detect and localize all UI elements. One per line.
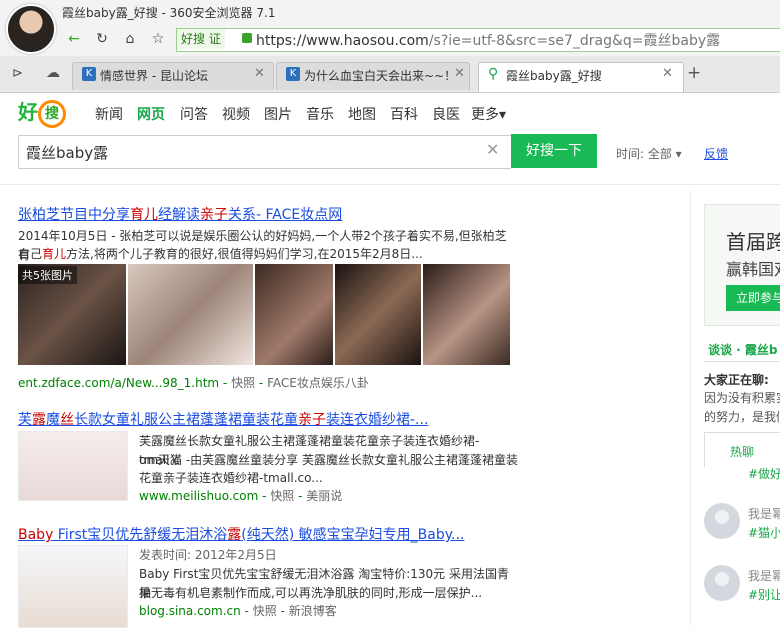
result-title[interactable]: Baby First宝贝优先舒缓无泪沐浴露(纯天然) 敏感宝宝孕妇专用_Baby…	[18, 524, 464, 544]
talk-line: 的努力，是我们	[704, 410, 780, 424]
tab-baike[interactable]: 百科	[390, 104, 418, 124]
result-url-line: blog.sina.com.cn - 快照 - 新浪博客	[139, 604, 337, 618]
highlight: 丝	[60, 412, 74, 428]
result-url: blog.sina.com.cn	[139, 604, 241, 618]
avatar[interactable]	[704, 565, 740, 601]
cloud-icon[interactable]: ☁	[46, 65, 60, 81]
haosou-logo[interactable]: 好搜	[18, 96, 66, 128]
tab-news[interactable]: 新闻	[95, 104, 123, 124]
search-button[interactable]: 好搜一下	[511, 134, 597, 168]
tab-qa[interactable]: 问答	[180, 104, 208, 124]
highlight: 亲子	[298, 412, 326, 428]
topic-tag[interactable]: #别让	[748, 586, 780, 603]
snapshot-link[interactable]: 快照	[231, 376, 255, 390]
search-icon: ⚲	[488, 66, 499, 82]
result-image[interactable]	[255, 264, 333, 365]
highlight: Baby	[18, 527, 54, 543]
window-title: 霞丝baby露_好搜 - 360安全浏览器 7.1	[62, 6, 276, 20]
time-filter-dropdown[interactable]: 时间: 全部 ▾	[616, 145, 682, 162]
chat-user: 我是幂	[748, 507, 780, 521]
ad-title: 首届跨	[726, 230, 780, 254]
snapshot-link[interactable]: 快照	[253, 604, 277, 618]
talk-line: 因为没有积累实	[704, 391, 780, 405]
snapshot-link[interactable]: 快照	[270, 489, 294, 503]
url-path: /s?ie=utf-8&src=se7_drag&q=霞丝baby露	[428, 33, 721, 49]
source-link[interactable]: FACE妆点娱乐八卦	[267, 376, 369, 390]
talking-heading: 大家正在聊:	[704, 373, 769, 387]
tab-doctor[interactable]: 良医	[432, 104, 460, 124]
url-text[interactable]: https://www.haosou.com/s?ie=utf-8&src=se…	[256, 30, 720, 50]
tab-music[interactable]: 音乐	[306, 104, 334, 124]
favorite-star-icon[interactable]: ☆	[148, 29, 168, 49]
close-icon[interactable]: ✕	[454, 66, 465, 81]
highlight: 露	[32, 412, 46, 428]
back-arrow-icon[interactable]: ←	[64, 29, 84, 49]
topic-tag[interactable]: #猫小宝	[748, 524, 780, 541]
highlight: 育儿	[130, 207, 158, 223]
user-avatar[interactable]	[6, 4, 56, 54]
topic-tag[interactable]: #做好	[748, 465, 780, 482]
chat-user: 我是幂	[748, 569, 780, 583]
tab-more[interactable]: 更多▾	[471, 104, 506, 124]
result-url: www.meilishuo.com	[139, 489, 259, 503]
result-url: ent.zdface.com/a/New...98_1.htm	[18, 376, 220, 390]
highlight: 育儿	[42, 247, 67, 261]
result-image[interactable]	[128, 264, 253, 365]
search-query: 霞丝baby露	[26, 144, 109, 162]
header-divider	[0, 184, 780, 185]
forum-icon: K	[286, 67, 300, 81]
result-image[interactable]	[423, 264, 510, 365]
result-image[interactable]	[335, 264, 421, 365]
result-url-line: ent.zdface.com/a/New...98_1.htm - 快照 - F…	[18, 376, 369, 390]
logo-circle: 搜	[38, 99, 66, 128]
clear-icon[interactable]: ✕	[486, 140, 499, 159]
talk-divider	[704, 361, 780, 362]
result-snippet: om天猫 -由芙露魔丝童装分享 芙露魔丝长款女童礼服公主裙蓬蓬裙童装	[139, 453, 518, 467]
secure-lock-icon	[242, 33, 252, 43]
ad-join-button[interactable]: 立即参与	[726, 285, 780, 311]
tab-map[interactable]: 地图	[348, 104, 376, 124]
tab-title: 霞丝baby露_好搜	[506, 69, 602, 83]
tab-web[interactable]: 网页	[137, 104, 165, 124]
sidebar-toggle-icon[interactable]: ⊳	[12, 66, 23, 81]
result-date: 发表时间: 2012年2月5日	[139, 548, 277, 562]
forum-icon: K	[82, 67, 96, 81]
highlight: 亲子	[200, 207, 228, 223]
talk-section-title[interactable]: 谈谈 · 霞丝b	[708, 341, 778, 358]
ad-subtitle: 赢韩国双	[726, 260, 780, 279]
tab-title: 情感世界 - 昆山论坛	[100, 69, 208, 83]
source-link[interactable]: 新浪博客	[289, 604, 337, 618]
highlight: 露	[227, 527, 242, 543]
result-snippet: 自己育儿方法,将两个儿子教育的很好,很值得妈妈们学习,在2015年2月8日...	[18, 247, 423, 261]
feedback-link[interactable]: 反馈	[704, 145, 728, 162]
url-domain: https://www.haosou.com	[256, 33, 429, 49]
logo-text: 好	[18, 100, 38, 124]
result-url-line: www.meilishuo.com - 快照 - 美丽说	[139, 489, 343, 503]
sidebar-divider	[690, 190, 691, 626]
result-snippet: 花童亲子装连衣婚纱裙-tmall.co...	[139, 471, 323, 485]
result-title[interactable]: 芙露魔丝长款女童礼服公主裙蓬蓬裙童装花童亲子装连衣婚纱裙-...	[18, 409, 428, 429]
product-image[interactable]	[18, 545, 128, 628]
source-link[interactable]: 美丽说	[306, 489, 342, 503]
result-title[interactable]: 张柏芝节目中分享育儿经解读亲子关系- FACE妆点网	[18, 204, 342, 224]
search-engine-badge[interactable]: 好搜 证	[177, 29, 225, 49]
talk-snippet: 因为没有积累实 的努力，是我们	[704, 389, 780, 427]
tab-video[interactable]: 视频	[222, 104, 250, 124]
close-icon[interactable]: ✕	[254, 66, 265, 81]
refresh-icon[interactable]: ↻	[92, 29, 112, 49]
result-snippet: 果无毒有机皂素制作而成,可以再洗净肌肤的同时,形成一层保护...	[139, 586, 483, 600]
close-icon[interactable]: ✕	[662, 66, 673, 81]
product-image[interactable]	[18, 431, 128, 501]
home-icon[interactable]: ⌂	[120, 29, 140, 49]
tab-title: 为什么血宝白天会出来~~！解	[304, 69, 454, 83]
avatar[interactable]	[704, 503, 740, 539]
hot-chat-label: 热聊	[730, 445, 755, 459]
tab-images[interactable]: 图片	[264, 104, 292, 124]
new-tab-icon[interactable]: +	[687, 63, 701, 83]
image-count-badge: 共5张图片	[18, 266, 77, 284]
